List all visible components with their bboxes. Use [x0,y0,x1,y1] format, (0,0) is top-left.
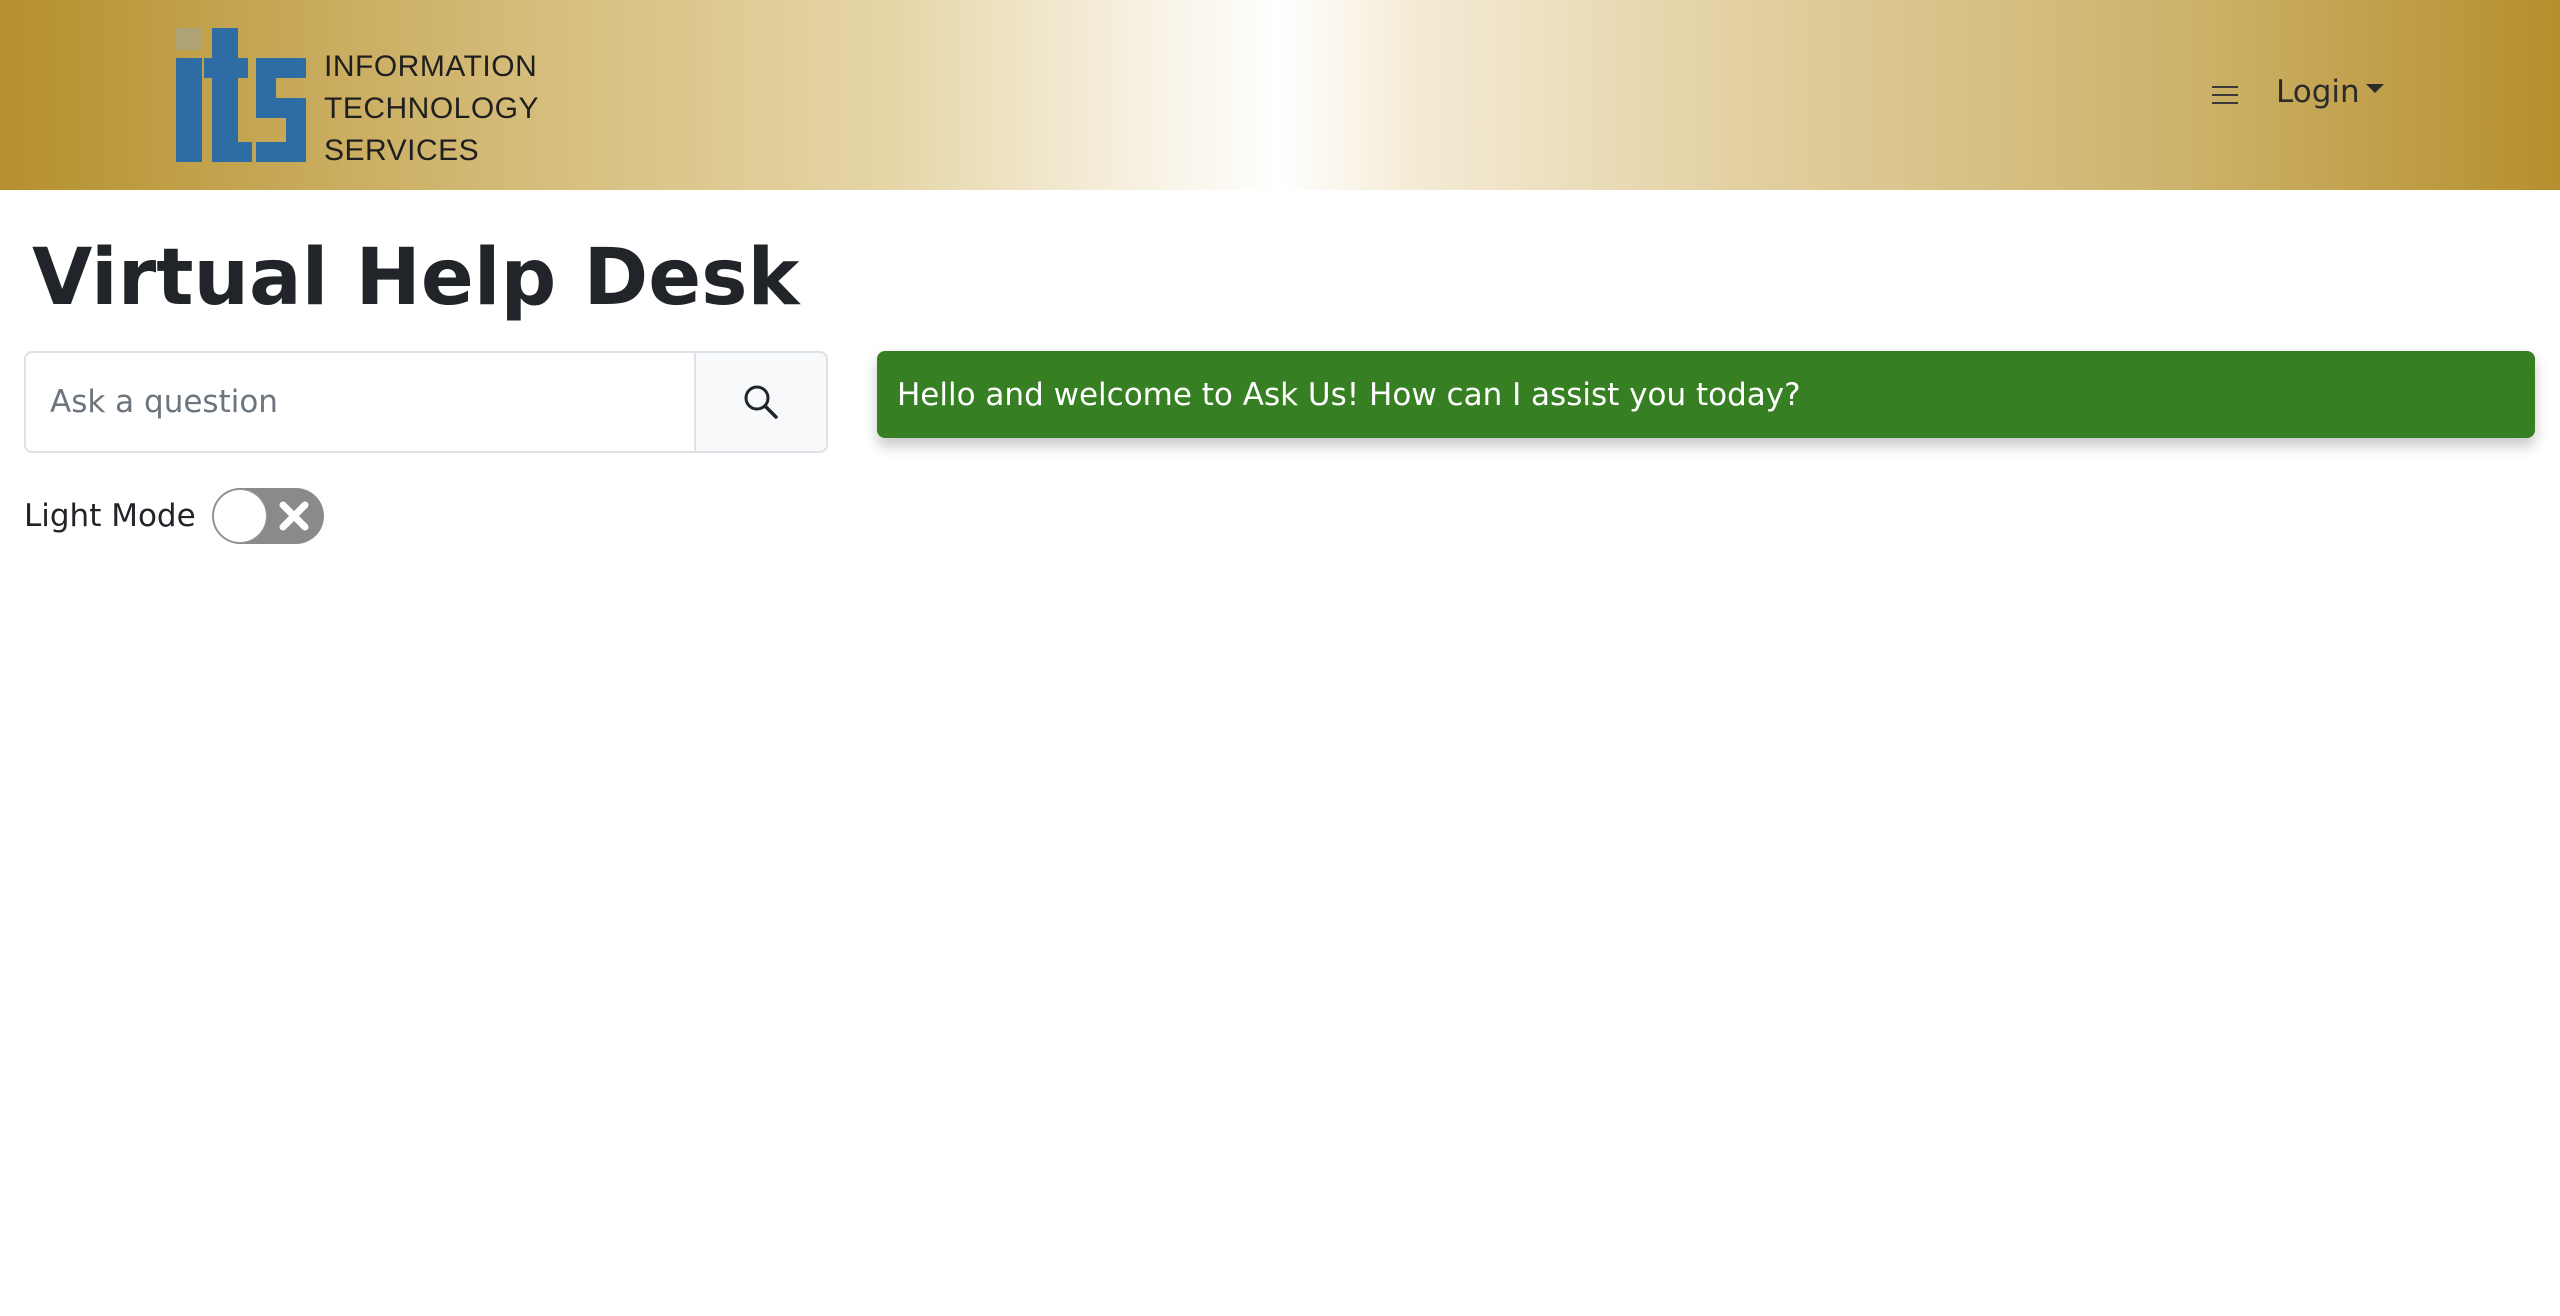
its-logo[interactable]: INFORMATION TECHNOLOGY SERVICES [174,24,539,170]
logo-line-1: INFORMATION [324,50,538,83]
mode-toggle-row: Light Mode [24,488,324,544]
welcome-message: Hello and welcome to Ask Us! How can I a… [877,351,2535,438]
its-logo-text: INFORMATION TECHNOLOGY SERVICES [324,46,539,172]
search-input[interactable] [24,351,694,453]
mode-toggle-label: Light Mode [24,498,196,534]
mode-toggle-switch[interactable] [211,488,324,544]
logo-line-3: SERVICES [324,134,480,167]
login-label: Login [2276,74,2360,110]
caret-down-icon [2365,84,2384,93]
close-icon [279,501,309,531]
logo-line-2: TECHNOLOGY [324,92,540,125]
toggle-knob [213,490,266,542]
page-title: Virtual Help Desk [32,233,800,323]
welcome-message-text: Hello and welcome to Ask Us! How can I a… [897,376,1801,413]
search-button[interactable] [694,351,828,453]
its-logo-mark [176,28,306,162]
search-icon [744,385,778,419]
login-dropdown[interactable]: Login [2276,74,2384,110]
site-header: INFORMATION TECHNOLOGY SERVICES Login [0,0,2560,190]
search-group [24,351,828,453]
hamburger-icon[interactable] [2212,86,2238,108]
